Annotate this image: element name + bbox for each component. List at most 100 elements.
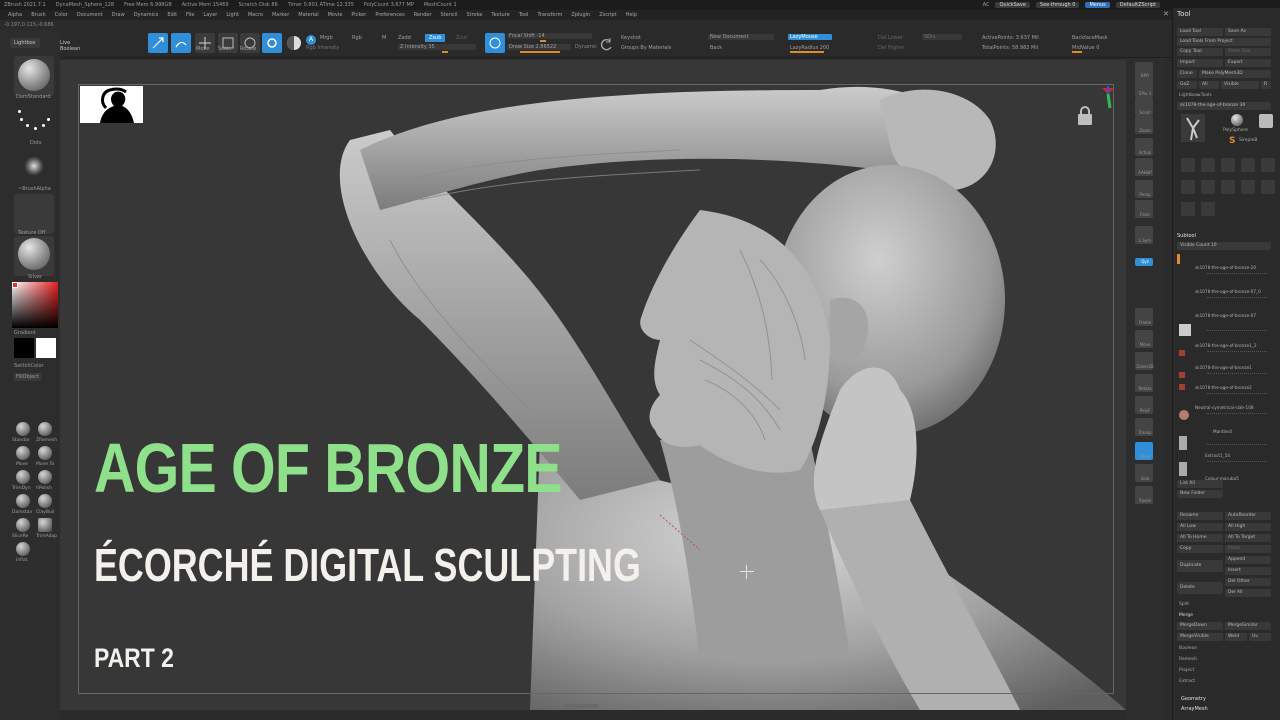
- move-brush-icon[interactable]: [16, 446, 30, 460]
- m-toggle[interactable]: M: [382, 35, 386, 41]
- make-polymesh-button[interactable]: Make PolyMesh3D: [1199, 70, 1271, 78]
- tool-thumb-11[interactable]: [1181, 202, 1195, 216]
- texture-selector[interactable]: [14, 194, 54, 234]
- copy-tool-button[interactable]: Copy Tool: [1177, 48, 1223, 56]
- del-all-button[interactable]: Del All: [1225, 589, 1271, 597]
- standard-brush-icon[interactable]: [16, 422, 30, 436]
- back-button[interactable]: Back: [710, 45, 722, 51]
- zadd-toggle[interactable]: Zadd: [398, 35, 411, 41]
- mergevisible-button[interactable]: MergeVisible: [1177, 633, 1223, 641]
- visible-count-slider[interactable]: Visible Count 10: [1177, 242, 1271, 250]
- viewport-scroll-handle[interactable]: [563, 704, 599, 708]
- boolean-section[interactable]: Boolean: [1179, 646, 1197, 651]
- mergesimilar-button[interactable]: MergeSimilar: [1225, 622, 1271, 630]
- save-as-button[interactable]: Save As: [1225, 28, 1271, 36]
- canvas-viewport[interactable]: AGE OF BRONZE ÉCORCHÉ DIGITAL SCULPTING …: [60, 60, 1126, 710]
- mergedown-button[interactable]: MergeDown: [1177, 622, 1223, 630]
- del-other-button[interactable]: Del Other: [1225, 578, 1271, 586]
- menu-marker[interactable]: Marker: [272, 12, 289, 18]
- trimdyn-brush-icon[interactable]: [16, 470, 30, 484]
- split-section[interactable]: Split: [1179, 602, 1189, 607]
- copy-subtool-button[interactable]: Copy: [1177, 545, 1223, 553]
- menu-picker[interactable]: Picker: [351, 12, 366, 18]
- tool-thumb-1[interactable]: [1181, 158, 1195, 172]
- focal-shift-slider[interactable]: Focal Shift -14: [507, 33, 592, 39]
- menu-light[interactable]: Light: [226, 12, 238, 18]
- subtool-row-6[interactable]: sk1078-the-age-of-bronze2: [1179, 384, 1277, 402]
- default-zscript-button[interactable]: DefaultZScript: [1115, 2, 1160, 8]
- lazymouse-toggle[interactable]: LazyMouse: [788, 34, 832, 40]
- dynamic-toggle[interactable]: Dynamic: [575, 44, 597, 50]
- move-to-brush-icon[interactable]: [38, 446, 52, 460]
- cube-tool-icon[interactable]: [1259, 114, 1273, 128]
- fill-object-button[interactable]: FillObject: [14, 373, 41, 381]
- all-to-target-button[interactable]: All To Target: [1225, 534, 1271, 542]
- menu-render[interactable]: Render: [414, 12, 432, 18]
- tool-thumb-10[interactable]: [1261, 180, 1275, 194]
- menu-brush[interactable]: Brush: [31, 12, 45, 18]
- menu-alpha[interactable]: Alpha: [8, 12, 22, 18]
- menu-layer[interactable]: Layer: [203, 12, 217, 18]
- groups-by-materials-button[interactable]: Groups By Materials: [621, 45, 671, 51]
- goz-visible-button[interactable]: Visible: [1221, 81, 1259, 89]
- damstandard-quick-icon[interactable]: [16, 494, 30, 508]
- del-lower-button[interactable]: Del Lower: [878, 35, 903, 41]
- subtool-row-8[interactable]: Mantles4: [1179, 428, 1277, 450]
- zcut-toggle[interactable]: Zcut: [456, 35, 467, 41]
- tool-thumb-7[interactable]: [1201, 180, 1215, 194]
- tool-thumb-4[interactable]: [1241, 158, 1255, 172]
- see-through-slider[interactable]: See-through 0: [1035, 2, 1080, 8]
- subtool-row-5[interactable]: sk1078-the-age-of-bronze1: [1179, 364, 1277, 382]
- focal-picker-button[interactable]: [485, 33, 505, 53]
- main-color-swatch[interactable]: [36, 338, 56, 358]
- quicksave-button[interactable]: QuickSave: [995, 2, 1030, 8]
- menus-toggle[interactable]: Menus: [1085, 2, 1110, 8]
- z-intensity-slider[interactable]: Z Intensity 35: [398, 44, 476, 50]
- new-document-button[interactable]: New Document: [708, 34, 774, 40]
- lightbox-button[interactable]: Lightbox: [10, 38, 40, 48]
- import-button[interactable]: Import: [1177, 59, 1223, 67]
- new-folder-button[interactable]: New Folder: [1177, 490, 1223, 498]
- tool-thumb-5[interactable]: [1261, 158, 1275, 172]
- secondary-color-swatch[interactable]: [14, 338, 34, 358]
- subtool-toggles[interactable]: [1207, 330, 1267, 335]
- live-boolean-button[interactable]: Live Boolean: [56, 38, 84, 54]
- arraymesh-section[interactable]: ArrayMesh: [1181, 706, 1208, 712]
- a-toggle[interactable]: A: [306, 35, 316, 45]
- menu-material[interactable]: Material: [298, 12, 318, 18]
- subtool-row-9[interactable]: Extract1_54: [1179, 452, 1277, 476]
- subtool-toggles[interactable]: [1207, 413, 1267, 418]
- palette-close-icon[interactable]: ✕: [1163, 10, 1169, 18]
- goz-r-button[interactable]: R: [1261, 81, 1271, 89]
- rgb-intensity-slider[interactable]: Rgb Intensity: [306, 45, 339, 51]
- material-sphere-button[interactable]: [284, 33, 304, 53]
- list-all-button[interactable]: List All: [1177, 480, 1223, 488]
- rename-button[interactable]: Rename: [1177, 512, 1223, 520]
- delete-button[interactable]: Delete: [1177, 582, 1223, 594]
- duplicate-button[interactable]: Duplicate: [1177, 560, 1223, 572]
- subtool-section-header[interactable]: Subtool: [1177, 233, 1196, 239]
- menu-stencil[interactable]: Stencil: [441, 12, 458, 18]
- subtool-toggles[interactable]: [1207, 461, 1267, 466]
- menu-help[interactable]: Help: [626, 12, 637, 18]
- subtool-toggles[interactable]: [1207, 297, 1267, 302]
- tool-thumb-2[interactable]: [1201, 158, 1215, 172]
- tool-thumb-3[interactable]: [1221, 158, 1235, 172]
- del-higher-button[interactable]: Del Higher: [878, 45, 905, 51]
- tool-thumb-8[interactable]: [1221, 180, 1235, 194]
- weld-button[interactable]: Weld: [1225, 633, 1247, 641]
- stroke-selector[interactable]: [14, 102, 54, 142]
- menu-movie[interactable]: Movie: [328, 12, 343, 18]
- uv-button[interactable]: Uv: [1249, 633, 1271, 641]
- keyshot-button[interactable]: Keyshot: [621, 35, 641, 41]
- material-selector[interactable]: [14, 236, 54, 276]
- rgb-toggle[interactable]: Rgb: [352, 35, 362, 41]
- append-button[interactable]: Append: [1225, 556, 1271, 564]
- claybuildup-brush-icon[interactable]: [38, 494, 52, 508]
- menu-document[interactable]: Document: [77, 12, 103, 18]
- paste-tool-button[interactable]: Paste Tool: [1225, 48, 1271, 56]
- sdiv-slider[interactable]: SDiv: [922, 34, 962, 40]
- all-high-button[interactable]: All High: [1225, 523, 1271, 531]
- hpolish-brush-icon[interactable]: [38, 470, 52, 484]
- subtool-toggles[interactable]: [1207, 444, 1267, 449]
